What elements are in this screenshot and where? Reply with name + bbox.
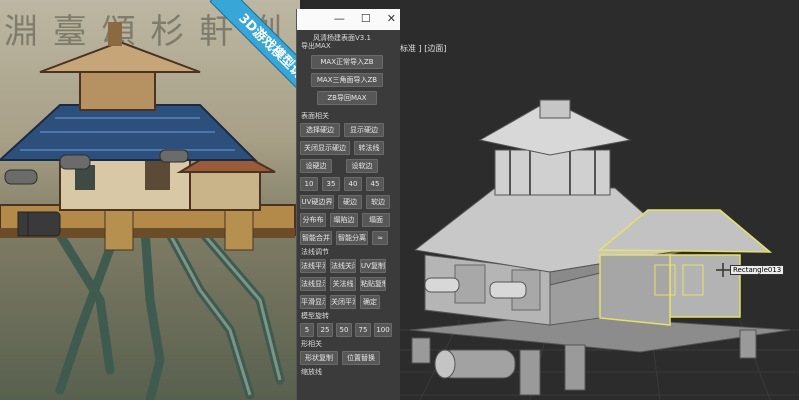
angle-button[interactable]: 10 (300, 177, 318, 191)
max-tri-to-zb-button[interactable]: MAX三角面导入ZB (311, 73, 383, 87)
smooth-show-button[interactable]: 平滑显示 (300, 295, 326, 309)
zb-to-max-button[interactable]: ZB导回MAX (317, 91, 377, 105)
smart-split-button[interactable]: 智能分离 (336, 231, 368, 245)
soft-button[interactable]: 软边 (366, 195, 390, 209)
set-soft-edge-button[interactable]: 设软边 (346, 159, 378, 173)
normal-close-button[interactable]: 法线关闭 (330, 259, 356, 273)
confirm-button[interactable]: 确定 (360, 295, 380, 309)
spin-value-button[interactable]: 50 (336, 323, 352, 337)
uv-paste-button[interactable]: 粘贴复制 (360, 277, 386, 291)
stilt-house-illustration (0, 22, 296, 400)
shape-replace-button[interactable]: 位置替换 (342, 351, 380, 365)
spin-value-button[interactable]: 75 (355, 323, 371, 337)
normal-show-button[interactable]: 法线显示 (300, 277, 326, 291)
collapse-face-button[interactable]: 塌面 (362, 213, 390, 227)
angle-button[interactable]: 40 (344, 177, 362, 191)
maximize-icon[interactable]: ☐ (361, 12, 371, 25)
normal-smooth-button[interactable]: 法线平滑 (300, 259, 326, 273)
select-hard-edge-button[interactable]: 选择硬边 (300, 123, 340, 137)
uv-hard-edge-button[interactable]: UV硬边界 (300, 195, 334, 209)
extra-button[interactable]: ≈ (372, 231, 388, 245)
spin-value-button[interactable]: 100 (374, 323, 392, 337)
distribute-button[interactable]: 分布布 (300, 213, 326, 227)
section-shape: 形相关 (301, 340, 322, 348)
section-misc: 缩放线 (301, 368, 322, 376)
normal-off-button[interactable]: 关法线 (330, 277, 356, 291)
panel-titlebar: — ☐ ✕ (297, 9, 400, 30)
spin-value-button[interactable]: 25 (317, 323, 333, 337)
section-normal: 法线调节 (301, 248, 329, 256)
angle-button[interactable]: 35 (322, 177, 340, 191)
3d-viewport[interactable]: 标准 ] [边面] Rectangle013 (400, 0, 799, 400)
smart-merge-button[interactable]: 智能合并 (300, 231, 332, 245)
viewport-label[interactable]: 标准 ] [边面] (400, 43, 446, 54)
shape-copy-button[interactable]: 形状复制 (300, 351, 338, 365)
uv-copy-button[interactable]: UV复制 (360, 259, 386, 273)
concept-art-image: 淵 臺 頌 杉 軒 剃 3D游戏模型说 (0, 0, 300, 400)
angle-button[interactable]: 45 (366, 177, 384, 191)
collapse-edge-button[interactable]: 塌陷边 (330, 213, 358, 227)
hide-hard-edge-button[interactable]: 关闭显示硬边 (300, 141, 350, 155)
close-icon[interactable]: ✕ (387, 12, 396, 25)
max-to-zb-button[interactable]: MAX正常导入ZB (311, 55, 383, 69)
plugin-panel: — ☐ ✕ 风清杨建表面V3.1 导出MAX MAX正常导入ZB MAX三角面导… (296, 9, 400, 400)
convert-normal-button[interactable]: 转法线 (354, 141, 384, 155)
smooth-close-button[interactable]: 关闭平滑 (330, 295, 356, 309)
viewport-scene (400, 99, 799, 400)
show-hard-edge-button[interactable]: 显示硬边 (344, 123, 384, 137)
section-spin: 模型旋转 (301, 312, 329, 320)
set-hard-edge-button[interactable]: 设硬边 (300, 159, 332, 173)
spin-value-button[interactable]: 5 (300, 323, 314, 337)
minimize-icon[interactable]: — (334, 12, 345, 25)
panel-title: 风清杨建表面V3.1 (313, 34, 371, 42)
section-surface: 表面相关 (301, 112, 329, 120)
selection-tooltip: Rectangle013 (730, 265, 785, 275)
hard-button[interactable]: 硬边 (338, 195, 362, 209)
